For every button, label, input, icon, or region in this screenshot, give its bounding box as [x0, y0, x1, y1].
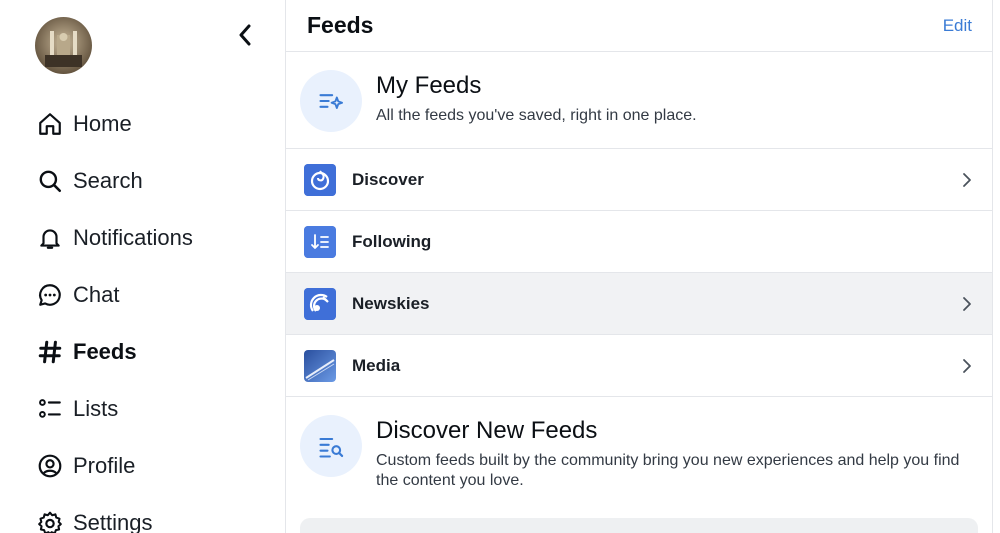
bell-icon	[36, 224, 63, 251]
nav-search-label: Search	[73, 167, 143, 193]
list-search-icon	[300, 415, 362, 477]
my-feeds-subtitle: All the feeds you've saved, right in one…	[376, 107, 697, 124]
feed-search-input[interactable]	[300, 518, 978, 533]
back-button[interactable]	[228, 18, 262, 52]
avatar[interactable]	[35, 17, 92, 74]
chat-icon	[36, 281, 63, 308]
nav-lists[interactable]: Lists	[36, 380, 193, 437]
feeds-panel: Feeds Edit My Feeds All the feeds you've…	[285, 0, 993, 533]
nav-home-label: Home	[73, 110, 132, 136]
nav-feeds-label: Feeds	[73, 338, 137, 364]
nav-chat-label: Chat	[73, 281, 120, 307]
search-icon	[36, 167, 63, 194]
newskies-feed-icon	[304, 287, 336, 320]
main-nav: Home Search Notifications Chat Feeds Lis…	[36, 95, 193, 533]
left-sidebar: Home Search Notifications Chat Feeds Lis…	[0, 0, 285, 533]
feed-row-newskies[interactable]: Newskies	[286, 273, 992, 335]
discover-new-feeds-header: Discover New Feeds Custom feeds built by…	[286, 397, 992, 491]
discover-new-feeds-subtitle: Custom feeds built by the community brin…	[376, 452, 960, 489]
following-feed-icon	[304, 225, 336, 258]
home-icon	[36, 110, 63, 137]
chevron-left-icon	[239, 24, 251, 46]
hash-icon	[36, 338, 63, 365]
feed-name: Media	[352, 355, 401, 375]
nav-home[interactable]: Home	[36, 95, 193, 152]
feed-row-discover[interactable]: Discover	[286, 149, 992, 211]
nav-search[interactable]: Search	[36, 152, 193, 209]
top-bar: Feeds Edit	[286, 0, 992, 52]
nav-profile[interactable]: Profile	[36, 437, 193, 494]
nav-profile-label: Profile	[73, 452, 136, 478]
edit-button[interactable]: Edit	[943, 16, 972, 36]
my-feeds-header: My Feeds All the feeds you've saved, rig…	[286, 52, 992, 149]
nav-settings[interactable]: Settings	[36, 494, 193, 533]
list-icon	[36, 395, 63, 422]
nav-chat[interactable]: Chat	[36, 266, 193, 323]
page-title: Feeds	[307, 12, 374, 38]
feed-name: Following	[352, 231, 432, 251]
media-feed-icon	[304, 349, 336, 382]
nav-notifications-label: Notifications	[73, 224, 193, 250]
feed-row-media[interactable]: Media	[286, 335, 992, 397]
my-feeds-title: My Feeds	[376, 72, 482, 99]
chevron-right-icon	[960, 296, 974, 312]
feed-name: Newskies	[352, 293, 430, 313]
nav-feeds[interactable]: Feeds	[36, 323, 193, 380]
gear-icon	[36, 509, 63, 533]
feed-row-following[interactable]: Following	[286, 211, 992, 273]
discover-feed-icon	[304, 163, 336, 196]
nav-settings-label: Settings	[73, 509, 153, 533]
nav-lists-label: Lists	[73, 395, 119, 421]
discover-new-feeds-title: Discover New Feeds	[376, 417, 598, 444]
feed-name: Discover	[352, 169, 424, 189]
user-circle-icon	[36, 452, 63, 479]
feeds-sparkle-icon	[300, 70, 362, 132]
chevron-right-icon	[960, 358, 974, 374]
nav-notifications[interactable]: Notifications	[36, 209, 193, 266]
chevron-right-icon	[960, 172, 974, 188]
